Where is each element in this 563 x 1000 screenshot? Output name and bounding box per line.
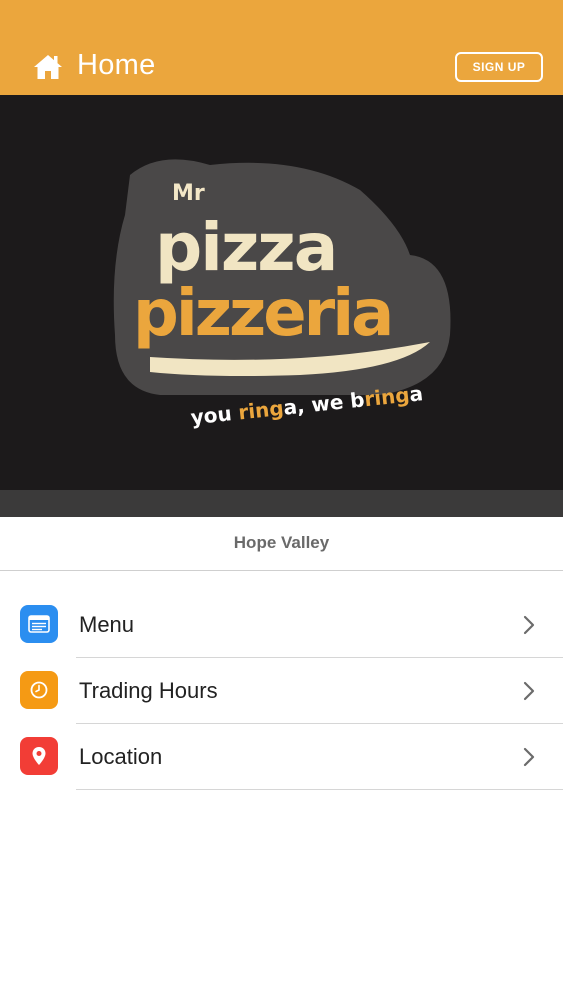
menu-item-location[interactable]: Location bbox=[0, 724, 563, 790]
chevron-right-icon bbox=[523, 615, 535, 635]
clock-icon bbox=[20, 671, 58, 709]
store-location-bar: Hope Valley bbox=[0, 517, 563, 571]
menu-item-label: Location bbox=[79, 744, 163, 769]
menu-item-label: Menu bbox=[79, 612, 135, 637]
map-pin-icon bbox=[20, 737, 58, 775]
hero-bottom-strip bbox=[0, 490, 563, 517]
logo-mr-text: Mr bbox=[172, 181, 205, 206]
logo-pizzeria-text: pizzeria bbox=[133, 277, 391, 351]
chevron-right-icon bbox=[523, 747, 535, 767]
pizzeria-logo: Mr pizza pizzeria you ringa, we bringa bbox=[113, 159, 451, 429]
menu-item-trading-hours[interactable]: Trading Hours bbox=[0, 658, 563, 724]
main-menu-list: Menu Trading Hours Location bbox=[0, 592, 563, 790]
chevron-right-icon bbox=[523, 681, 535, 701]
app-header: Home SIGN UP bbox=[0, 0, 563, 95]
row-divider bbox=[76, 789, 563, 790]
hero-banner: Mr pizza pizzeria you ringa, we bringa bbox=[0, 95, 563, 490]
menu-item-label: Trading Hours bbox=[79, 678, 218, 703]
sign-up-button[interactable]: SIGN UP bbox=[455, 52, 543, 82]
list-icon bbox=[20, 605, 58, 643]
menu-item-menu[interactable]: Menu bbox=[0, 592, 563, 658]
page-title: Home bbox=[77, 49, 156, 81]
home-icon[interactable] bbox=[33, 53, 63, 81]
store-location-name: Hope Valley bbox=[233, 533, 330, 552]
logo-pizza-text: pizza bbox=[155, 209, 336, 286]
